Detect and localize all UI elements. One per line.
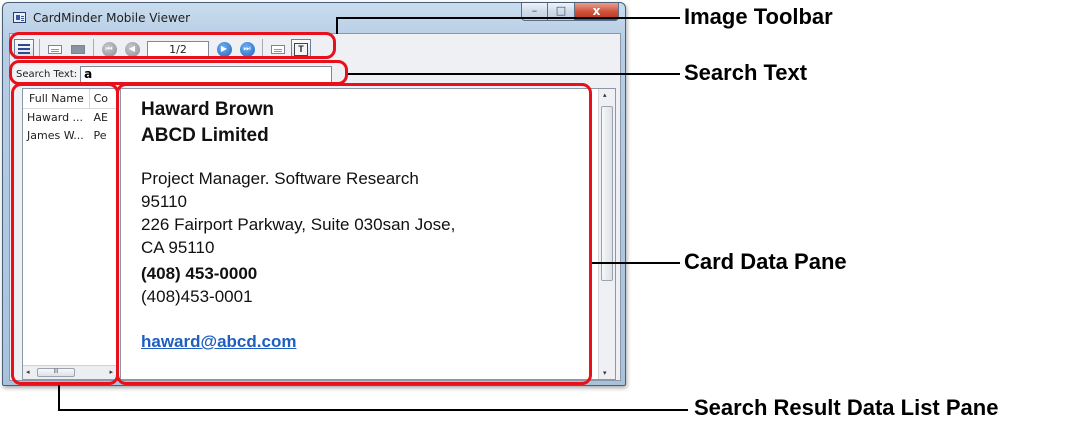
scroll-thumb[interactable] — [601, 106, 613, 281]
label-search-result-list: Search Result Data List Pane — [694, 395, 999, 420]
list-pane-callout — [11, 83, 119, 385]
leader-line — [336, 17, 680, 19]
scroll-down-icon[interactable]: ▾ — [603, 369, 607, 377]
close-icon: x — [592, 4, 601, 18]
window-title: CardMinder Mobile Viewer — [33, 11, 191, 25]
leader-line — [58, 385, 60, 410]
vertical-scrollbar[interactable]: ▴ ▾ — [598, 89, 615, 379]
leader-line — [592, 262, 680, 264]
label-search-text: Search Text — [684, 60, 808, 85]
card-pane-callout — [116, 83, 592, 385]
minimize-icon: – — [531, 4, 538, 17]
label-image-toolbar: Image Toolbar — [684, 4, 833, 29]
leader-line — [336, 17, 338, 34]
toolbar-callout — [9, 32, 336, 59]
label-card-data-pane: Card Data Pane — [684, 249, 847, 274]
leader-line — [348, 73, 680, 75]
scroll-up-icon[interactable]: ▴ — [603, 91, 607, 99]
search-callout — [9, 60, 348, 85]
app-icon — [13, 12, 26, 23]
leader-line — [58, 409, 688, 411]
maximize-icon: □ — [555, 4, 567, 17]
